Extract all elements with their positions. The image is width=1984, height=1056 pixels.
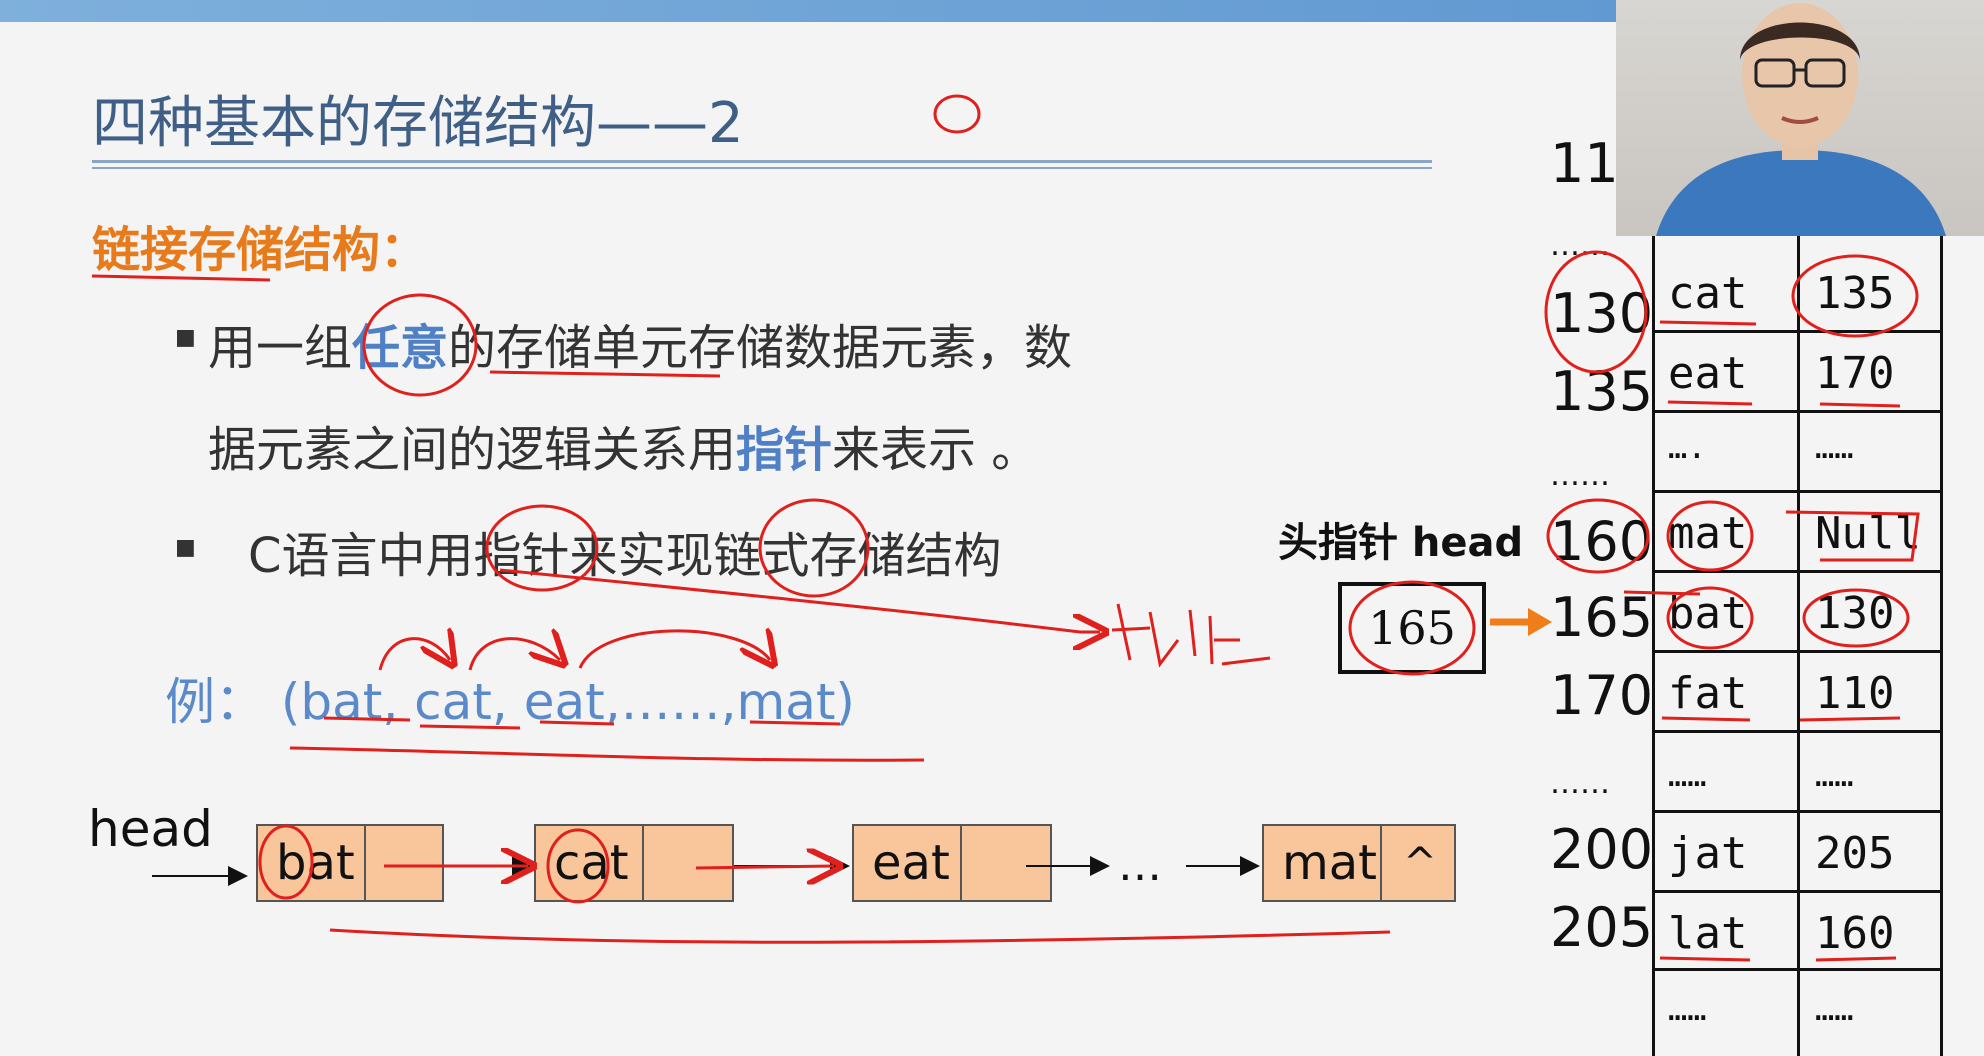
address-label: …… xyxy=(1550,766,1610,801)
memory-data-cell: mat xyxy=(1668,508,1748,559)
bullet-marker: ■ xyxy=(175,325,196,350)
node-data: cat xyxy=(536,826,644,900)
head-pointer-label: 头指针 head xyxy=(1278,520,1524,566)
memory-data-cell: cat xyxy=(1668,268,1748,319)
memory-next-cell: Null xyxy=(1815,508,1921,559)
memory-row-line xyxy=(1652,490,1943,493)
memory-row-line xyxy=(1652,810,1943,813)
address-label: …… xyxy=(1550,228,1610,263)
memory-next-cell: …… xyxy=(1815,756,1854,794)
memory-next-cell: …… xyxy=(1815,990,1854,1028)
address-label: 205 xyxy=(1550,896,1654,959)
head-pointer-box: 165 xyxy=(1338,582,1486,674)
list-head-label: head xyxy=(88,800,213,858)
memory-data-cell: …… xyxy=(1668,756,1707,794)
slide-subtitle: 链接存储结构： xyxy=(92,222,429,278)
memory-data-cell: eat xyxy=(1668,348,1748,399)
node-pointer-null: ^ xyxy=(1403,840,1437,886)
memory-data-cell: bat xyxy=(1668,588,1748,639)
memory-data-cell: jat xyxy=(1668,828,1748,879)
address-label: 200 xyxy=(1550,818,1654,881)
memory-next-cell: 170 xyxy=(1815,348,1895,399)
example-text: 例： (bat, cat, eat,……,mat) xyxy=(165,673,855,731)
memory-table-border xyxy=(1652,236,1655,1056)
memory-row-line xyxy=(1652,890,1943,893)
node-data: eat xyxy=(854,826,962,900)
address-label: 165 xyxy=(1550,586,1654,649)
memory-table-border xyxy=(1940,236,1943,1056)
address-label: 170 xyxy=(1550,664,1654,727)
address-label: …… xyxy=(1550,458,1610,493)
memory-data-cell: fat xyxy=(1668,668,1748,719)
memory-data-cell: lat xyxy=(1668,908,1748,959)
memory-next-cell: 110 xyxy=(1815,668,1895,719)
list-ellipsis: … xyxy=(1118,840,1162,891)
slide-title: 四种基本的存储结构——2 xyxy=(92,91,744,156)
address-label: 160 xyxy=(1550,510,1654,573)
address-label: 130 xyxy=(1550,282,1654,345)
bullet-1-line-1: 用一组任意的存储单元存储数据元素，数 xyxy=(208,320,1073,376)
list-node-bat: bat xyxy=(256,824,444,902)
bullet-1-line-2: 据元素之间的逻辑关系用指针来表示 。 xyxy=(208,422,1040,478)
memory-row-line xyxy=(1652,570,1943,573)
list-node-eat: eat xyxy=(852,824,1052,902)
presenter-icon xyxy=(1656,3,1946,236)
memory-next-cell: …… xyxy=(1815,428,1854,466)
node-data: mat xyxy=(1264,826,1382,900)
node-pointer xyxy=(366,826,446,900)
memory-next-cell: 130 xyxy=(1815,588,1895,639)
node-pointer xyxy=(962,826,1054,900)
webcam-video xyxy=(1616,0,1984,236)
node-data: bat xyxy=(258,826,366,900)
memory-data-cell: …… xyxy=(1668,990,1707,1028)
memory-row-line xyxy=(1652,330,1943,333)
title-rule-2 xyxy=(92,167,1432,169)
node-pointer xyxy=(644,826,736,900)
list-node-cat: cat xyxy=(534,824,734,902)
memory-row-line xyxy=(1652,730,1943,733)
address-label: 135 xyxy=(1550,360,1654,423)
memory-next-cell: 135 xyxy=(1815,268,1895,319)
memory-row-line xyxy=(1652,410,1943,413)
title-rule xyxy=(92,160,1432,163)
bullet-marker: ■ xyxy=(175,535,196,560)
memory-row-line xyxy=(1652,968,1943,971)
memory-row-line xyxy=(1652,650,1943,653)
memory-table-divider xyxy=(1797,236,1800,1056)
list-node-mat: mat ^ xyxy=(1262,824,1456,902)
memory-next-cell: 205 xyxy=(1815,828,1895,879)
bullet-2: C语言中用指针来实现链式存储结构 xyxy=(248,528,1002,584)
memory-next-cell: 160 xyxy=(1815,908,1895,959)
memory-data-cell: …. xyxy=(1668,428,1707,466)
